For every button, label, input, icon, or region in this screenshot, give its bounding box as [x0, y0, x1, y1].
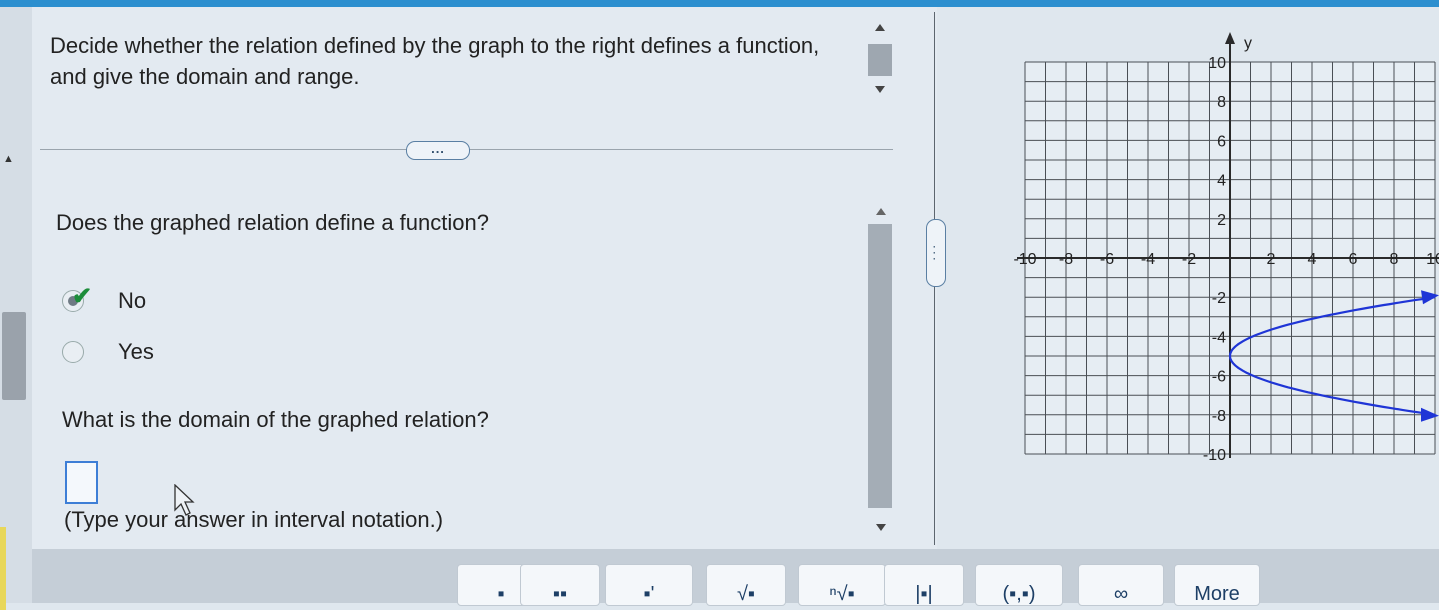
- domain-question: What is the domain of the graphed relati…: [62, 407, 489, 432]
- interval-button[interactable]: (▪,▪): [975, 564, 1063, 606]
- prompt-scrollbar[interactable]: [866, 14, 894, 106]
- y-tick-label: -2: [1212, 290, 1226, 307]
- question-prompt: Decide whether the relation defined by t…: [50, 33, 820, 89]
- exponent-button[interactable]: ▪': [605, 564, 693, 606]
- x-tick-label: 8: [1390, 251, 1399, 268]
- infinity-button[interactable]: ∞: [1078, 564, 1164, 606]
- x-tick-label: -6: [1100, 251, 1114, 268]
- mixed-number-button[interactable]: ▪▪: [520, 564, 600, 606]
- x-tick-label: -4: [1141, 251, 1155, 268]
- expand-button[interactable]: ...: [406, 141, 470, 160]
- y-tick-label: -4: [1212, 329, 1226, 346]
- answer-hint: (Type your answer in interval notation.): [64, 507, 444, 532]
- left-scrollbar-thumb[interactable]: [2, 312, 26, 400]
- relation-graph: y -10 -8 -6 -4 -2 2 4 6 8 10 10 8 6 4 2 -2 -4 -6 -8 -10: [1005, 26, 1439, 466]
- x-tick-label: -10: [1013, 251, 1036, 268]
- scroll-down-icon[interactable]: [875, 86, 885, 93]
- y-tick-label: 8: [1217, 94, 1226, 111]
- option-no-label: No: [118, 288, 147, 313]
- y-tick-label: -6: [1212, 369, 1226, 386]
- x-tick-label: -8: [1059, 251, 1073, 268]
- y-tick-label: 10: [1208, 55, 1226, 72]
- answer-scrollbar[interactable]: [866, 196, 894, 546]
- y-axis-label: y: [1244, 35, 1252, 52]
- x-tick-label: 2: [1267, 251, 1276, 268]
- y-tick-label: -10: [1203, 447, 1226, 464]
- y-tick-label: 2: [1217, 212, 1226, 229]
- more-button[interactable]: More: [1174, 564, 1260, 606]
- x-tick-label: 10: [1426, 251, 1439, 268]
- y-axis-arrow-icon: [1225, 32, 1235, 44]
- x-tick-label: 6: [1349, 251, 1358, 268]
- x-tick-label: 4: [1308, 251, 1317, 268]
- prompt-scrollbar-thumb[interactable]: [868, 44, 892, 76]
- left-gutter: ▲: [0, 7, 32, 610]
- answer-scrollbar-thumb[interactable]: [868, 224, 892, 508]
- function-question: Does the graphed relation define a funct…: [56, 210, 489, 235]
- panel-resize-handle[interactable]: · · ·: [926, 219, 946, 287]
- y-tick-label: 4: [1217, 173, 1226, 190]
- y-tick-label: 6: [1217, 133, 1226, 150]
- option-yes-label: Yes: [118, 339, 154, 364]
- mouse-cursor-icon: [174, 484, 195, 516]
- scroll-up-icon[interactable]: [875, 24, 885, 31]
- answer-scroll-up-icon[interactable]: [876, 208, 886, 215]
- math-toolbar: ▪ ▪▪ ▪' √▪ ⁿ√▪ |▪| (▪,▪) ∞ More: [32, 549, 1439, 606]
- absolute-value-button[interactable]: |▪|: [884, 564, 964, 606]
- top-accent-bar: [0, 0, 1439, 7]
- square-root-button[interactable]: √▪: [706, 564, 786, 606]
- left-scroll-up-icon[interactable]: ▲: [3, 153, 14, 165]
- nth-root-button[interactable]: ⁿ√▪: [798, 564, 886, 606]
- radio-yes[interactable]: [62, 341, 84, 363]
- answer-scroll-down-icon[interactable]: [876, 524, 886, 531]
- domain-answer-input[interactable]: [65, 461, 98, 504]
- checkmark-icon: ✔: [72, 283, 93, 310]
- x-tick-label: -2: [1182, 251, 1196, 268]
- graph-svg: y -10 -8 -6 -4 -2 2 4 6 8 10 10 8 6 4 2 -2 -4 -6 -8 -10: [1013, 32, 1439, 464]
- y-tick-label: -8: [1212, 408, 1226, 425]
- left-yellow-marker: [0, 527, 6, 610]
